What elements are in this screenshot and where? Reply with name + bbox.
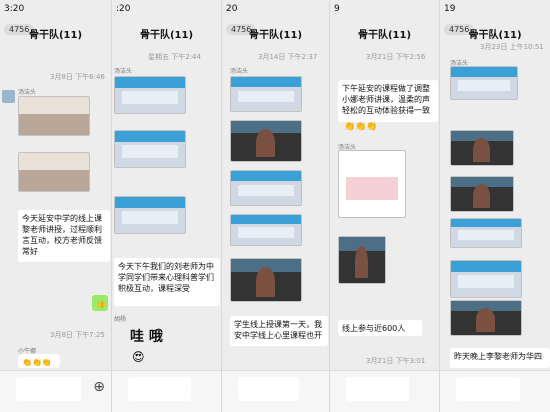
message-bubble-self[interactable]: 👍 bbox=[92, 295, 108, 311]
photo-thumbnail[interactable] bbox=[338, 236, 386, 284]
chat-title: 骨干队(11) bbox=[28, 30, 83, 41]
status-time: 20 bbox=[226, 4, 238, 14]
emoji-heart-eyes: 😍 bbox=[132, 350, 145, 364]
screenshot-panel-5: 19 4756 骨干队(11) 3月23日 上午10:51 汤洁头 昨天晚上李黎… bbox=[440, 0, 550, 412]
status-time: 9 bbox=[334, 4, 340, 14]
message-input[interactable] bbox=[128, 377, 191, 401]
emoji-clap: 👏👏👏 bbox=[344, 122, 378, 132]
photo-thumbnail[interactable] bbox=[230, 120, 302, 162]
sender-name: 汤洁头 bbox=[114, 68, 133, 75]
photo-thumbnail[interactable] bbox=[450, 66, 518, 100]
input-bar bbox=[222, 370, 329, 412]
message-bubble[interactable]: 今天延安中学的线上课黎老师讲授，过程顺利言互动，校方老师反馈常好 bbox=[18, 210, 110, 262]
photo-thumbnail[interactable] bbox=[450, 218, 522, 248]
photo-thumbnail[interactable] bbox=[114, 196, 186, 234]
message-bubble[interactable]: 👏👏👏 bbox=[18, 354, 60, 368]
input-bar: ⊕ bbox=[0, 370, 111, 412]
chat-header: 4756 骨干队(11) bbox=[0, 20, 111, 46]
chat-header: 骨干队(11) bbox=[330, 20, 439, 46]
big-text: 哇 哦 bbox=[130, 329, 163, 345]
message-input[interactable] bbox=[238, 377, 299, 401]
chat-title: 骨干队(11) bbox=[468, 30, 522, 41]
sender-name: 胡杨 bbox=[114, 316, 127, 323]
photo-thumbnail[interactable] bbox=[18, 152, 90, 192]
timestamp: 3月14日 下午2:37 bbox=[258, 53, 318, 61]
photo-thumbnail[interactable] bbox=[230, 258, 302, 302]
chat-title: 骨干队(11) bbox=[357, 30, 412, 41]
photo-thumbnail[interactable] bbox=[338, 150, 406, 218]
timestamp: 3月8日 下午6:46 bbox=[50, 73, 105, 81]
status-bar: 9 bbox=[330, 0, 439, 20]
chat-header: 骨干队(11) bbox=[112, 20, 221, 46]
status-bar: :20 bbox=[112, 0, 221, 20]
status-bar: 20 bbox=[222, 0, 329, 20]
photo-thumbnail[interactable] bbox=[450, 130, 514, 166]
photo-thumbnail[interactable] bbox=[114, 130, 186, 168]
chat-title: 骨干队(11) bbox=[248, 30, 303, 41]
message-bubble[interactable]: 今天下午我们的刘老师为中学同学们带来心理科普学们积极互动，课程深受 bbox=[114, 258, 220, 306]
input-bar bbox=[330, 370, 439, 412]
message-bubble[interactable]: 学生线上授课第一天，我安中学线上心里课程也开 bbox=[230, 316, 328, 346]
input-bar bbox=[112, 370, 221, 412]
timestamp: 3月23日 上午10:51 bbox=[480, 43, 544, 51]
message-bubble[interactable]: 下午延安的课程做了调整小娜老师讲课，温柔的声轻松的互动体验获得一致 bbox=[338, 80, 438, 122]
photo-thumbnail[interactable] bbox=[114, 76, 186, 114]
status-time: 19 bbox=[444, 4, 456, 14]
chat-header: 4756 骨干队(11) bbox=[222, 20, 329, 46]
message-bubble[interactable]: 昨天晚上李黎老师为华四 bbox=[450, 348, 550, 368]
photo-thumbnail[interactable] bbox=[230, 214, 302, 246]
chat-title: 骨干队(11) bbox=[139, 30, 194, 41]
plus-icon[interactable]: ⊕ bbox=[93, 379, 105, 395]
photo-thumbnail[interactable] bbox=[230, 76, 302, 112]
photo-thumbnail[interactable] bbox=[230, 170, 302, 206]
message-input[interactable] bbox=[456, 377, 520, 401]
status-time: 3:20 bbox=[4, 4, 25, 14]
sender-name: 汤洁头 bbox=[18, 89, 37, 96]
timestamp: 星期五 下午2:44 bbox=[148, 53, 201, 61]
photo-thumbnail[interactable] bbox=[450, 300, 522, 336]
timestamp: 3月8日 下午7:25 bbox=[50, 331, 105, 339]
status-bar: 3:20 bbox=[0, 0, 111, 20]
screenshot-panel-2: :20 骨干队(11) 星期五 下午2:44 汤洁头 今天下午我们的刘老师为中学… bbox=[112, 0, 222, 412]
photo-thumbnail[interactable] bbox=[450, 260, 522, 298]
photo-thumbnail[interactable] bbox=[18, 96, 90, 136]
avatar[interactable] bbox=[2, 90, 15, 103]
sender-name: 汤洁头 bbox=[230, 68, 249, 75]
status-time: :20 bbox=[116, 4, 131, 14]
status-bar: 19 bbox=[440, 0, 550, 20]
photo-thumbnail[interactable] bbox=[450, 176, 514, 212]
screenshot-panel-4: 9 骨干队(11) 3月21日 下午2:56 下午延安的课程做了调整小娜老师讲课… bbox=[330, 0, 440, 412]
timestamp: 3月21日 下午2:56 bbox=[366, 53, 426, 61]
screenshot-panel-1: 3:20 4756 骨干队(11) 3月8日 下午6:46 汤洁头 今天延安中学… bbox=[0, 0, 112, 412]
message-input[interactable] bbox=[16, 377, 81, 401]
input-bar bbox=[440, 370, 550, 412]
message-input[interactable] bbox=[346, 377, 409, 401]
screenshot-panel-3: 20 4756 骨干队(11) 3月14日 下午2:37 汤洁头 学生线上授课第… bbox=[222, 0, 330, 412]
message-bubble[interactable]: 线上参与近600人 bbox=[338, 320, 422, 336]
timestamp: 3月21日 下午3:01 bbox=[366, 357, 426, 365]
